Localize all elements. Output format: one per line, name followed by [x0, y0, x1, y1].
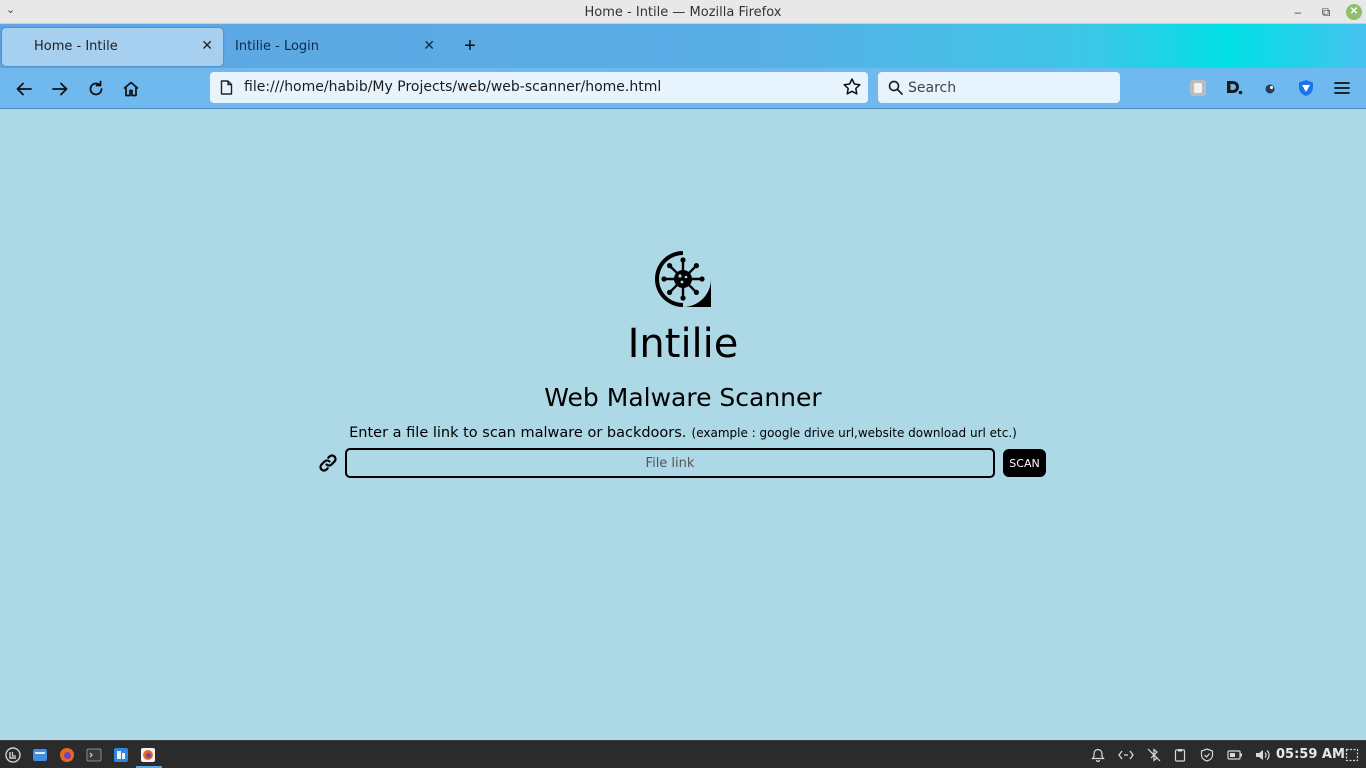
virus-logo-icon [652, 248, 714, 310]
bookmark-star-icon[interactable] [842, 77, 862, 102]
taskbar-clock[interactable]: 05:59 AM [1276, 747, 1345, 762]
taskbar: 05:59 AM [0, 740, 1366, 768]
url-text: file:///home/habib/My Projects/web/web-s… [244, 79, 662, 95]
file-link-input[interactable] [345, 448, 995, 478]
window-title: Home - Intile — Mozilla Firefox [584, 5, 782, 20]
url-bar[interactable]: file:///home/habib/My Projects/web/web-s… [210, 72, 868, 103]
file-manager-launcher-icon[interactable] [112, 746, 130, 764]
page-icon [220, 80, 233, 100]
kde-connect-icon[interactable] [1118, 747, 1134, 763]
extension-eye-icon[interactable] [1260, 78, 1280, 98]
tab-home-intile[interactable]: Home - Intile ✕ [2, 28, 223, 66]
navigation-toolbar: file:///home/habib/My Projects/web/web-s… [0, 68, 1366, 109]
clipboard-icon[interactable] [1172, 747, 1188, 763]
firefox-window-icon[interactable] [139, 746, 157, 764]
page-subtitle: Web Malware Scanner [544, 383, 822, 412]
instruction-main-text: Enter a file link to scan malware or bac… [349, 425, 687, 441]
tab-label: Intilie - Login [235, 39, 320, 54]
search-placeholder: Search [908, 80, 957, 96]
search-icon [888, 80, 903, 100]
instruction-example-text: (example : google drive url,website down… [691, 426, 1017, 440]
extension-profile-icon[interactable] [1188, 78, 1208, 98]
home-icon[interactable] [119, 77, 143, 101]
extension-shield-icon[interactable] [1296, 78, 1316, 98]
extension-d-icon[interactable] [1224, 78, 1244, 98]
close-window-icon[interactable]: ✕ [1346, 4, 1362, 20]
reload-icon[interactable] [84, 77, 108, 101]
battery-icon[interactable] [1227, 747, 1243, 763]
tab-label: Home - Intile [34, 39, 118, 54]
hamburger-menu-icon[interactable] [1332, 78, 1352, 98]
page-title: Intilie [627, 321, 739, 367]
scan-button[interactable]: SCAN [1003, 449, 1046, 477]
minimize-icon[interactable]: – [1290, 4, 1306, 20]
instructions: Enter a file link to scan malware or bac… [0, 422, 1366, 441]
terminal-launcher-icon[interactable] [85, 746, 103, 764]
close-tab-icon[interactable]: ✕ [201, 37, 213, 54]
show-desktop-icon[interactable] [31, 746, 49, 764]
search-bar[interactable]: Search [878, 72, 1120, 103]
restore-icon[interactable]: ⧉ [1318, 4, 1334, 20]
tab-strip: Home - Intile ✕ Intilie - Login ✕ [0, 24, 1366, 68]
forward-icon[interactable] [48, 77, 72, 101]
page-content: Intilie Web Malware Scanner Enter a file… [0, 109, 1366, 740]
bluetooth-disabled-icon[interactable] [1146, 747, 1162, 763]
back-icon[interactable] [12, 77, 36, 101]
new-tab-icon[interactable]: + [458, 32, 482, 60]
notifications-icon[interactable] [1090, 747, 1106, 763]
security-shield-icon[interactable] [1199, 747, 1215, 763]
tab-intilie-login[interactable]: Intilie - Login ✕ [225, 28, 445, 66]
close-tab-icon[interactable]: ✕ [423, 37, 435, 54]
volume-icon[interactable] [1254, 747, 1270, 763]
firefox-launcher-icon[interactable] [58, 746, 76, 764]
show-desktop-corner-icon[interactable] [1344, 747, 1360, 763]
start-menu-icon[interactable] [4, 746, 22, 764]
window-titlebar: ⌄ Home - Intile — Mozilla Firefox – ⧉ ✕ [0, 0, 1366, 24]
link-icon [318, 453, 338, 473]
